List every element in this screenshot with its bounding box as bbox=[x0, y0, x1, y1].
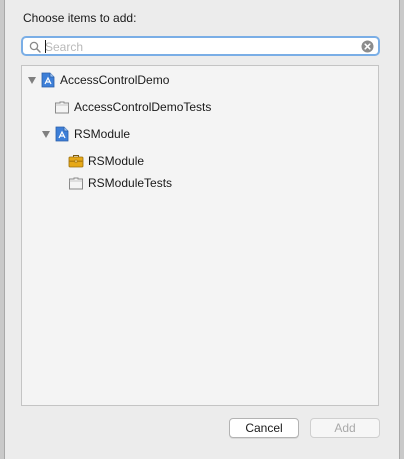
test-bundle-icon bbox=[55, 101, 69, 114]
items-tree[interactable]: AccessControlDemo AccessControlDemoTests… bbox=[21, 65, 379, 406]
tree-item-label: AccessControlDemo bbox=[60, 73, 170, 87]
framework-toolbox-icon bbox=[68, 155, 84, 168]
tree-item-label: AccessControlDemoTests bbox=[74, 100, 212, 114]
dialog-title: Choose items to add: bbox=[23, 11, 137, 25]
search-field[interactable] bbox=[21, 36, 380, 56]
tree-item-rsmodule-framework[interactable]: RSModule bbox=[68, 152, 144, 170]
clear-search-icon[interactable] bbox=[361, 40, 374, 53]
search-input[interactable] bbox=[45, 39, 355, 54]
xcode-project-icon bbox=[55, 126, 69, 142]
tree-item-label: RSModuleTests bbox=[88, 176, 173, 190]
add-button[interactable]: Add bbox=[310, 418, 380, 438]
tree-item-label: RSModule bbox=[88, 154, 145, 168]
tree-item-accesscontroldemo[interactable]: AccessControlDemo bbox=[28, 71, 169, 89]
window-left-edge bbox=[0, 0, 5, 459]
text-cursor bbox=[45, 40, 46, 53]
xcode-project-icon bbox=[41, 72, 55, 88]
disclosure-triangle-icon[interactable] bbox=[42, 130, 50, 138]
cancel-button[interactable]: Cancel bbox=[229, 418, 299, 438]
search-icon bbox=[29, 41, 41, 53]
tree-item-accesscontroldemotests[interactable]: AccessControlDemoTests bbox=[54, 98, 211, 116]
tree-item-rsmodule-project[interactable]: RSModule bbox=[42, 125, 130, 143]
tree-item-rsmoduletests[interactable]: RSModuleTests bbox=[68, 174, 172, 192]
window-right-edge bbox=[399, 0, 404, 459]
test-bundle-icon bbox=[69, 177, 83, 190]
disclosure-triangle-icon[interactable] bbox=[28, 76, 36, 84]
tree-item-label: RSModule bbox=[74, 127, 131, 141]
